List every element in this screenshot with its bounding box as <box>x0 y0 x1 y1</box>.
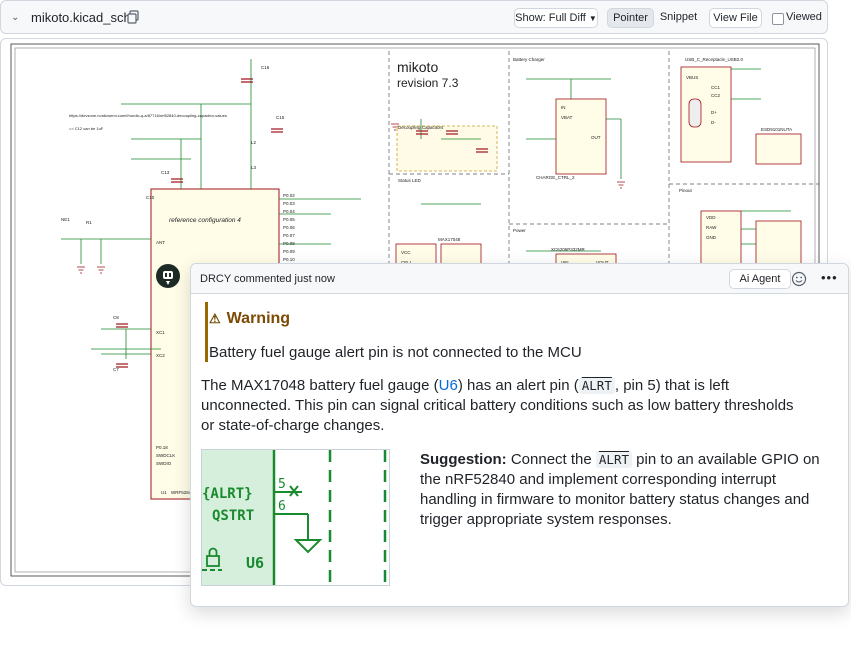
file-name[interactable]: mikoto.kicad_sch <box>31 10 131 25</box>
copy-icon[interactable] <box>127 10 139 24</box>
more-options-button[interactable]: ••• <box>821 270 838 285</box>
svg-text:VDD: VDD <box>706 215 716 220</box>
pin-5-number: 5 <box>278 477 286 492</box>
schematic-revision: revision 7.3 <box>397 76 459 90</box>
chevron-down-icon[interactable]: ⌄ <box>11 12 19 23</box>
svg-text:P0.06: P0.06 <box>283 225 295 230</box>
alrt-code: ALRT <box>595 451 633 468</box>
svg-text:GND: GND <box>706 235 717 240</box>
svg-text:ANT: ANT <box>156 240 165 245</box>
file-diff-header: ⌄ mikoto.kicad_sch Show: Full Diff ▼ Poi… <box>0 0 828 34</box>
svg-text:C16: C16 <box>261 65 270 70</box>
svg-text:C13: C13 <box>161 170 170 175</box>
svg-text:XC2: XC2 <box>156 353 165 358</box>
svg-text:OUT: OUT <box>591 135 601 140</box>
svg-text:P0.02: P0.02 <box>283 193 295 198</box>
alrt-code: ALRT <box>578 377 615 394</box>
ai-agent-button[interactable]: Ai Agent <box>729 269 791 289</box>
svg-text:CC2: CC2 <box>711 93 720 98</box>
pinout-label: Pinout <box>679 188 693 193</box>
svg-text:P0.04: P0.04 <box>283 209 295 214</box>
emoji-reaction-icon[interactable] <box>791 271 807 287</box>
svg-text:L2: L2 <box>251 140 257 145</box>
u6-ref-label: U6 <box>246 554 264 572</box>
warning-text: Battery fuel gauge alert pin is not conn… <box>209 344 582 361</box>
schematic-title: mikoto <box>397 59 438 75</box>
svg-text:P0.18: P0.18 <box>156 445 168 450</box>
pin-qstrt-label: QSTRT <box>212 508 254 524</box>
svg-text:VBUS: VBUS <box>686 75 698 80</box>
snippet-button[interactable]: Snippet <box>655 8 702 28</box>
svg-text:D+: D+ <box>711 110 717 115</box>
c12-note: => C12 can be 1uF <box>69 126 104 131</box>
show-label: Show: Full Diff <box>515 12 586 24</box>
sugg-part: Connect the <box>506 451 596 468</box>
usb-receptacle-label: USB_C_Receptacle_USB2.0 <box>685 57 744 62</box>
comment-header: DRCY commented just now Ai Agent ••• <box>191 264 848 294</box>
schematic-snippet-thumbnail[interactable]: {ALRT} QSTRT 5 6 U6 <box>201 449 390 586</box>
svg-text:P0.10: P0.10 <box>283 257 295 262</box>
suggestion-text: Suggestion: Connect the ALRT pin to an a… <box>420 450 820 530</box>
svg-text:L3: L3 <box>251 165 257 170</box>
battery-charger-label: Battery Charger <box>513 57 545 62</box>
issue-description: The MAX17048 battery fuel gauge (U6) has… <box>201 376 801 436</box>
pin-alrt-label: {ALRT} <box>202 486 253 502</box>
svg-text:SWDCLK: SWDCLK <box>156 453 175 458</box>
u5-label: XC6206P332MR <box>551 247 586 252</box>
svg-text:C10: C10 <box>146 195 155 200</box>
svg-text:CC1: CC1 <box>711 85 720 90</box>
svg-text:P0.08: P0.08 <box>283 241 295 246</box>
view-file-button[interactable]: View File <box>709 8 762 28</box>
status-led-label: Status LED <box>398 178 422 183</box>
svg-text:P0.07: P0.07 <box>283 233 295 238</box>
svg-text:IN: IN <box>561 105 566 110</box>
u6-link[interactable]: U6 <box>439 377 458 394</box>
warning-title: Warning <box>226 310 291 327</box>
svg-text:P0.09: P0.09 <box>283 249 295 254</box>
svg-text:VCC: VCC <box>401 250 411 255</box>
drcy-avatar[interactable] <box>155 263 181 289</box>
snippet-drawing: {ALRT} QSTRT 5 6 U6 <box>202 450 387 585</box>
warning-heading: ⚠ Warning <box>209 310 290 328</box>
viewed-checkbox[interactable] <box>772 13 784 25</box>
link-note: https://devzone.nordicsemi.com/f/nordic-… <box>69 113 227 118</box>
svg-text:R1: R1 <box>86 220 92 225</box>
viewed-label: Viewed <box>786 11 822 23</box>
charge-ctrl-label: CHARGE_CTRL_2 <box>536 175 575 180</box>
desc-part: ) has an alert pin ( <box>457 377 579 394</box>
ref-config-label: reference configuration 4 <box>169 217 241 224</box>
svg-text:C7: C7 <box>113 367 119 372</box>
caret-down-icon: ▼ <box>588 14 597 23</box>
svg-text:C15: C15 <box>276 115 285 120</box>
pointer-button[interactable]: Pointer <box>607 8 654 28</box>
svg-text:D-: D- <box>711 120 716 125</box>
comment-author: DRCY commented just now <box>200 273 335 285</box>
show-full-diff-dropdown[interactable]: Show: Full Diff ▼ <box>514 8 598 28</box>
svg-text:RAW: RAW <box>706 225 717 230</box>
power-label: Power <box>513 228 526 233</box>
suggestion-label: Suggestion: <box>420 451 507 468</box>
svg-text:VBAT: VBAT <box>561 115 573 120</box>
review-comment: DRCY commented just now Ai Agent ••• ⚠ Wa… <box>190 263 849 607</box>
svg-text:XC1: XC1 <box>156 330 165 335</box>
u6-label: MAX17048 <box>438 237 461 242</box>
u1-label: U1 <box>161 490 167 495</box>
svg-text:C8: C8 <box>113 315 119 320</box>
decoupling-section-label: Decoupling Capacitors <box>398 125 444 130</box>
svg-text:P0.05: P0.05 <box>283 217 295 222</box>
desc-part: The MAX17048 battery fuel gauge ( <box>201 377 439 394</box>
svg-text:SWDIO: SWDIO <box>156 461 172 466</box>
pin-6-number: 6 <box>278 499 286 514</box>
warning-icon: ⚠ <box>209 311 221 326</box>
esd-label: ESD9101NUTA <box>761 127 792 132</box>
svg-text:NE1: NE1 <box>61 217 70 222</box>
svg-text:P0.03: P0.03 <box>283 201 295 206</box>
